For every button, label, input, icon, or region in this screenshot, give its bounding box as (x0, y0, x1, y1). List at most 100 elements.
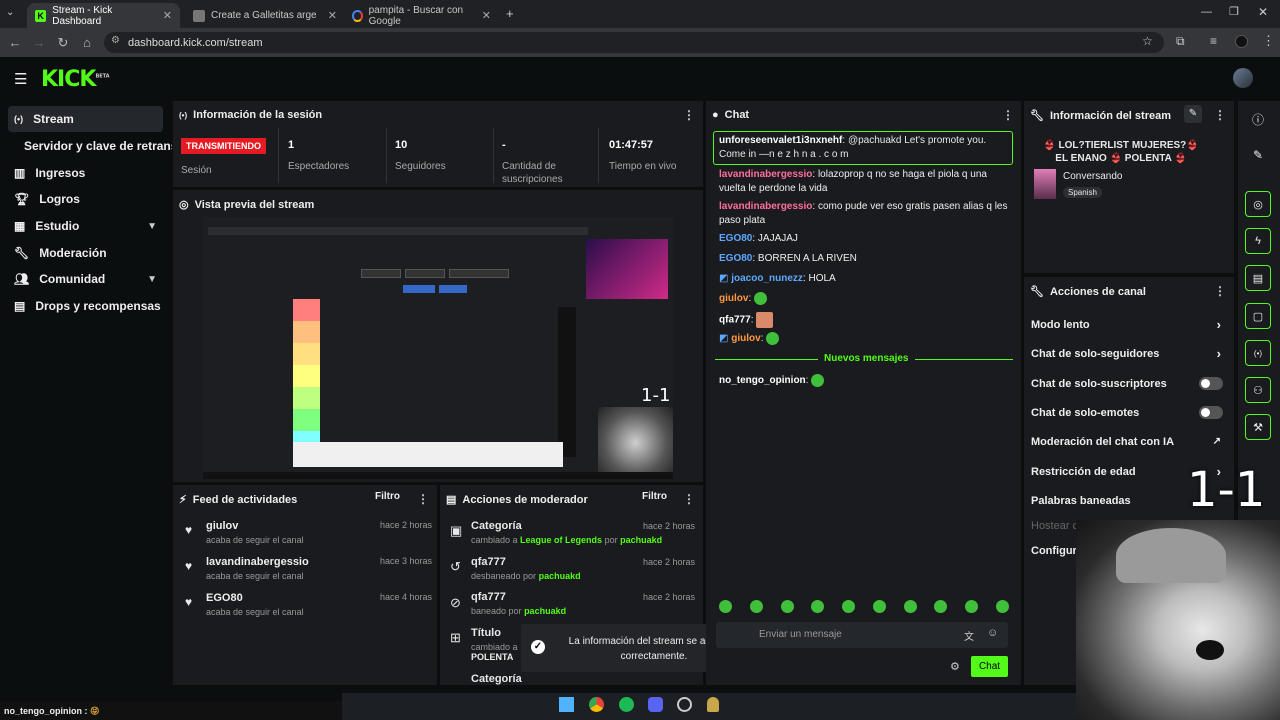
hamburger-menu-icon[interactable]: ☰ (14, 70, 27, 88)
tab-google-search[interactable]: pampita - Buscar con Google ✕ (344, 3, 499, 28)
sidebar-item-ingresos[interactable]: ▥ Ingresos (8, 160, 163, 186)
session-info-panel: (•) Información de la sesión ⋮ TRANSMITIE… (173, 101, 703, 187)
stream-video[interactable]: 1-1 (203, 217, 673, 479)
emote-bar (719, 600, 1009, 616)
emote-icon[interactable] (719, 600, 732, 613)
panel-title: Chat (724, 109, 750, 121)
emotes-only-toggle[interactable] (1199, 406, 1223, 419)
rail-button-3[interactable]: ▤ (1245, 265, 1271, 291)
panel-title: Vista previa del stream (194, 198, 315, 211)
emote-icon[interactable] (934, 600, 948, 613)
close-tab-icon[interactable]: ✕ (163, 9, 172, 22)
pencil-icon[interactable]: ✎ (1253, 148, 1263, 162)
home-icon[interactable]: ⌂ (75, 35, 99, 50)
followers-only-row[interactable]: Chat de solo-seguidores › (1031, 346, 1231, 361)
bookmark-star-icon[interactable]: ☆ (1142, 34, 1153, 48)
dog-nose (1196, 640, 1224, 660)
emote-icon[interactable] (995, 600, 1009, 613)
sidebar-item-stream[interactable]: (•) Stream (8, 106, 163, 132)
live-badge: TRANSMITIENDO (181, 138, 266, 154)
stream-title: 👙 LOL?TIERLIST MUJERES?👙 EL ENANO 👙 POLE… (1043, 140, 1199, 164)
extensions-icon[interactable]: ⧉ (1176, 34, 1185, 49)
mod-action-title: Categoría (471, 520, 522, 532)
chat-message: EGO80: JAJAJAJ (719, 233, 798, 244)
rail-button-6[interactable]: ⚇ (1245, 377, 1271, 403)
kick-logo[interactable]: KICKBETA (41, 67, 110, 92)
tab-search-button[interactable]: ⌄ (6, 7, 14, 18)
media-icon[interactable]: ≡ (1210, 34, 1217, 48)
profile-avatar[interactable] (1235, 35, 1248, 48)
rail-button-2[interactable]: ϟ (1245, 228, 1271, 254)
chevron-right-icon: › (1216, 346, 1221, 361)
chat-settings-icon[interactable]: ⚙ (950, 660, 960, 673)
more-options-icon[interactable]: ⋮ (683, 492, 695, 506)
feed-item: ♥ lavandinabergessio acaba de seguir el … (185, 556, 432, 581)
filter-button[interactable]: Filtro (642, 491, 667, 502)
emote-icon[interactable] (842, 600, 856, 613)
minimize-button[interactable]: — (1201, 6, 1212, 18)
rail-button-1[interactable]: ◎ (1245, 191, 1271, 217)
emote-icon[interactable] (811, 600, 825, 613)
subs-label: Cantidad de suscripciones (502, 161, 563, 185)
sidebar-item-comunidad[interactable]: 👥︎ Comunidad ▼ (8, 266, 163, 292)
mod-action-title: Título (471, 627, 501, 639)
close-tab-icon[interactable]: ✕ (328, 9, 337, 22)
emote-icon[interactable] (903, 600, 917, 613)
ad-banner (293, 442, 563, 467)
spotify-taskbar-icon[interactable] (619, 697, 634, 712)
user-avatar[interactable] (1233, 68, 1253, 88)
more-options-icon[interactable]: ⋮ (1214, 108, 1226, 122)
url-field[interactable]: ⚙ dashboard.kick.com/stream (104, 32, 1164, 53)
mod-action-detail: cambiado a League of Legends por pachuak… (471, 535, 663, 545)
rail-button-5[interactable]: (•) (1245, 340, 1271, 366)
emote-icon[interactable] (965, 600, 979, 613)
sidebar-item-moderacion[interactable]: 🔧︎ Moderación (8, 240, 163, 266)
slow-mode-row[interactable]: Modo lento › (1031, 317, 1231, 332)
send-chat-button[interactable]: Chat (971, 656, 1008, 677)
maximize-button[interactable]: ❐ (1229, 5, 1239, 18)
league-taskbar-icon[interactable] (707, 697, 719, 712)
more-options-icon[interactable]: ⋮ (683, 108, 695, 122)
more-options-icon[interactable]: ⋮ (1214, 284, 1226, 298)
obs-taskbar-icon[interactable] (677, 697, 692, 712)
emote-icon[interactable] (749, 600, 763, 613)
chat-input[interactable]: Enviar un mensaje 文 ☺ (716, 622, 1008, 648)
heart-icon: ♥ (185, 523, 193, 537)
browser-menu-icon[interactable]: ⋮ (1262, 33, 1275, 49)
close-tab-icon[interactable]: ✕ (482, 9, 491, 22)
gift-icon: ▤ (14, 299, 26, 313)
sidebar-item-drops[interactable]: ▤ Drops y recompensas (8, 293, 163, 319)
chrome-taskbar-icon[interactable] (589, 697, 604, 712)
tab-galletitas[interactable]: Create a Galletitas argentinas | ✕ (185, 3, 345, 28)
score-overlay-large: 1-1 (1187, 462, 1266, 518)
sidebar-item-estudio[interactable]: ▦ Estudio ▼ (8, 213, 163, 239)
windows-start-icon[interactable] (559, 697, 574, 712)
reload-icon[interactable]: ↻ (51, 35, 75, 51)
sidebar-item-logros[interactable]: 🏆︎ Logros (8, 186, 163, 212)
forward-icon[interactable]: → (27, 35, 51, 50)
edit-icon[interactable]: ✎ (1184, 105, 1202, 123)
back-icon[interactable]: ← (3, 35, 27, 50)
more-options-icon[interactable]: ⋮ (1002, 108, 1014, 122)
ai-moderation-row[interactable]: Moderación del chat con IA ↗ (1031, 436, 1231, 448)
wrench-icon: 🔧︎ (1030, 286, 1044, 298)
rail-button-7[interactable]: ⚒ (1245, 414, 1271, 440)
info-icon[interactable]: ⓘ (1252, 111, 1264, 128)
subscribers-only-toggle[interactable] (1199, 377, 1223, 390)
close-window-button[interactable]: ✕ (1258, 5, 1268, 19)
tab-kick-dashboard[interactable]: K Stream - Kick Dashboard ✕ (27, 3, 180, 28)
broadcast-icon: (•) (179, 110, 188, 120)
check-icon: ✓ (531, 640, 545, 654)
site-info-icon[interactable]: ⚙ (111, 35, 120, 46)
rail-button-4[interactable]: ▢ (1245, 303, 1271, 329)
emote-icon[interactable] (872, 600, 886, 613)
filter-button[interactable]: Filtro (375, 491, 400, 502)
emoji-icon[interactable]: ☺ (987, 627, 998, 639)
stream-category: Conversando (1063, 171, 1123, 182)
translate-icon[interactable]: 文 (964, 628, 974, 643)
sidebar-item-server-key[interactable]: Servidor y clave de retransmisión (24, 139, 172, 153)
emote-icon[interactable] (780, 600, 794, 613)
discord-taskbar-icon[interactable] (648, 697, 663, 712)
new-tab-button[interactable]: + (506, 6, 514, 21)
more-options-icon[interactable]: ⋮ (417, 492, 429, 506)
